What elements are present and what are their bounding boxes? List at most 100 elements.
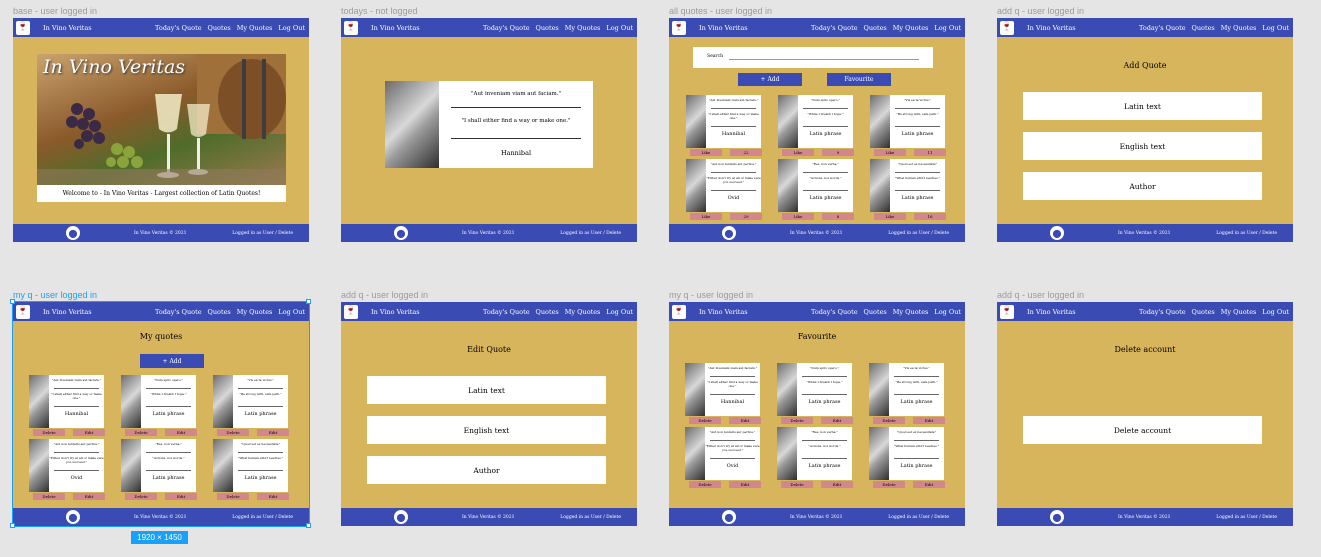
edit-button[interactable]: Edit — [821, 481, 853, 488]
nav-quotes[interactable]: Quotes — [864, 308, 887, 316]
resize-handle[interactable] — [306, 523, 311, 528]
nav-my-quotes[interactable]: My Quotes — [893, 24, 929, 32]
nav-todays-quote[interactable]: Today's Quote — [1139, 308, 1186, 316]
like-button[interactable]: Like — [782, 213, 814, 220]
nav-my-quotes[interactable]: My Quotes — [893, 308, 929, 316]
latin-text-field[interactable]: Latin text — [1023, 92, 1262, 120]
favourite-button[interactable]: Favourite — [827, 73, 891, 86]
like-button[interactable]: Like — [690, 213, 722, 220]
like-button[interactable]: Like — [874, 213, 906, 220]
wine-glass-icon[interactable]: 🍷 — [16, 20, 30, 35]
brand-link[interactable]: In Vino Veritas — [699, 24, 748, 32]
wine-glass-icon[interactable]: 🍷 — [1000, 304, 1014, 319]
frame-label-fav[interactable]: my q - user logged in — [669, 290, 753, 300]
frame-all-quotes[interactable]: 🍷 In Vino Veritas Today's Quote Quotes M… — [669, 18, 965, 242]
footer-login-status[interactable]: Logged in as User / Delete — [232, 231, 293, 236]
nav-log-out[interactable]: Log Out — [934, 24, 961, 32]
wine-glass-icon[interactable]: 🍷 — [672, 20, 686, 35]
frame-label-edit[interactable]: add q - user logged in — [341, 290, 428, 300]
nav-quotes[interactable]: Quotes — [1192, 308, 1215, 316]
frame-today[interactable]: 🍷 In Vino Veritas Today's Quote Quotes M… — [341, 18, 637, 242]
nav-log-out[interactable]: Log Out — [278, 24, 305, 32]
english-text-field[interactable]: English text — [367, 416, 606, 444]
nav-todays-quote[interactable]: Today's Quote — [483, 308, 530, 316]
nav-log-out[interactable]: Log Out — [606, 24, 633, 32]
brand-link[interactable]: In Vino Veritas — [371, 24, 420, 32]
footer-login-status[interactable]: Logged in as User / Delete — [1216, 231, 1277, 236]
latin-text-field[interactable]: Latin text — [367, 376, 606, 404]
frame-label-today[interactable]: todays - not logged — [341, 6, 418, 16]
edit-button[interactable]: Edit — [729, 481, 761, 488]
nav-quotes[interactable]: Quotes — [536, 308, 559, 316]
delete-button[interactable]: Delete — [873, 481, 905, 488]
frame-favourite[interactable]: 🍷 In Vino Veritas Today's Quote Quotes M… — [669, 302, 965, 526]
delete-button[interactable]: Delete — [781, 417, 813, 424]
brand-link[interactable]: In Vino Veritas — [371, 308, 420, 316]
nav-my-quotes[interactable]: My Quotes — [565, 308, 601, 316]
wine-glass-icon[interactable]: 🍷 — [344, 304, 358, 319]
frame-label-delete[interactable]: add q - user logged in — [997, 290, 1084, 300]
nav-log-out[interactable]: Log Out — [1262, 308, 1289, 316]
like-button[interactable]: Like — [874, 149, 906, 156]
nav-quotes[interactable]: Quotes — [536, 24, 559, 32]
nav-quotes[interactable]: Quotes — [208, 24, 231, 32]
add-button[interactable]: + Add — [738, 73, 802, 86]
english-text-field[interactable]: English text — [1023, 132, 1262, 160]
frame-label-add[interactable]: add q - user logged in — [997, 6, 1084, 16]
github-icon[interactable]: ⬤ — [1050, 510, 1064, 524]
delete-button[interactable]: Delete — [873, 417, 905, 424]
edit-button[interactable]: Edit — [913, 481, 945, 488]
wine-glass-icon[interactable]: 🍷 — [672, 304, 686, 319]
github-icon[interactable]: ⬤ — [722, 226, 736, 240]
github-icon[interactable]: ⬤ — [66, 226, 80, 240]
delete-button[interactable]: Delete — [689, 417, 721, 424]
github-icon[interactable]: ⬤ — [722, 510, 736, 524]
nav-my-quotes[interactable]: My Quotes — [1221, 308, 1257, 316]
nav-log-out[interactable]: Log Out — [606, 308, 633, 316]
resize-handle[interactable] — [306, 299, 311, 304]
resize-handle[interactable] — [10, 299, 15, 304]
like-button[interactable]: Like — [690, 149, 722, 156]
brand-link[interactable]: In Vino Veritas — [1027, 308, 1076, 316]
footer-login-status[interactable]: Logged in as User / Delete — [1216, 515, 1277, 520]
frame-label-all[interactable]: all quotes - user logged in — [669, 6, 772, 16]
search-box[interactable]: Search — [693, 47, 933, 68]
frame-delete-account[interactable]: 🍷 In Vino Veritas Today's Quote Quotes M… — [997, 302, 1293, 526]
nav-quotes[interactable]: Quotes — [864, 24, 887, 32]
github-icon[interactable]: ⬤ — [394, 226, 408, 240]
footer-login-status[interactable]: Logged in as User / Delete — [888, 231, 949, 236]
footer-login-status[interactable]: Logged in as User / Delete — [888, 515, 949, 520]
brand-link[interactable]: In Vino Veritas — [699, 308, 748, 316]
nav-log-out[interactable]: Log Out — [934, 308, 961, 316]
nav-my-quotes[interactable]: My Quotes — [1221, 24, 1257, 32]
nav-todays-quote[interactable]: Today's Quote — [155, 24, 202, 32]
brand-link[interactable]: In Vino Veritas — [43, 24, 92, 32]
nav-log-out[interactable]: Log Out — [1262, 24, 1289, 32]
edit-button[interactable]: Edit — [821, 417, 853, 424]
github-icon[interactable]: ⬤ — [1050, 226, 1064, 240]
search-input[interactable] — [729, 59, 919, 60]
nav-my-quotes[interactable]: My Quotes — [237, 24, 273, 32]
like-button[interactable]: Like — [782, 149, 814, 156]
nav-todays-quote[interactable]: Today's Quote — [483, 24, 530, 32]
nav-todays-quote[interactable]: Today's Quote — [1139, 24, 1186, 32]
delete-button[interactable]: Delete — [689, 481, 721, 488]
frame-label-base[interactable]: base - user logged in — [13, 6, 97, 16]
resize-handle[interactable] — [10, 523, 15, 528]
edit-button[interactable]: Edit — [729, 417, 761, 424]
footer-login-status[interactable]: Logged in as User / Delete — [560, 231, 621, 236]
nav-my-quotes[interactable]: My Quotes — [565, 24, 601, 32]
author-field[interactable]: Author — [367, 456, 606, 484]
frame-edit-quote[interactable]: 🍷 In Vino Veritas Today's Quote Quotes M… — [341, 302, 637, 526]
nav-quotes[interactable]: Quotes — [1192, 24, 1215, 32]
frame-add-quote[interactable]: 🍷 In Vino Veritas Today's Quote Quotes M… — [997, 18, 1293, 242]
github-icon[interactable]: ⬤ — [394, 510, 408, 524]
delete-account-button[interactable]: Delete account — [1023, 416, 1262, 444]
frame-base[interactable]: 🍷 In Vino Veritas Today's Quote Quotes M… — [13, 18, 309, 242]
edit-button[interactable]: Edit — [913, 417, 945, 424]
delete-button[interactable]: Delete — [781, 481, 813, 488]
nav-todays-quote[interactable]: Today's Quote — [811, 308, 858, 316]
wine-glass-icon[interactable]: 🍷 — [344, 20, 358, 35]
wine-glass-icon[interactable]: 🍷 — [1000, 20, 1014, 35]
brand-link[interactable]: In Vino Veritas — [1027, 24, 1076, 32]
